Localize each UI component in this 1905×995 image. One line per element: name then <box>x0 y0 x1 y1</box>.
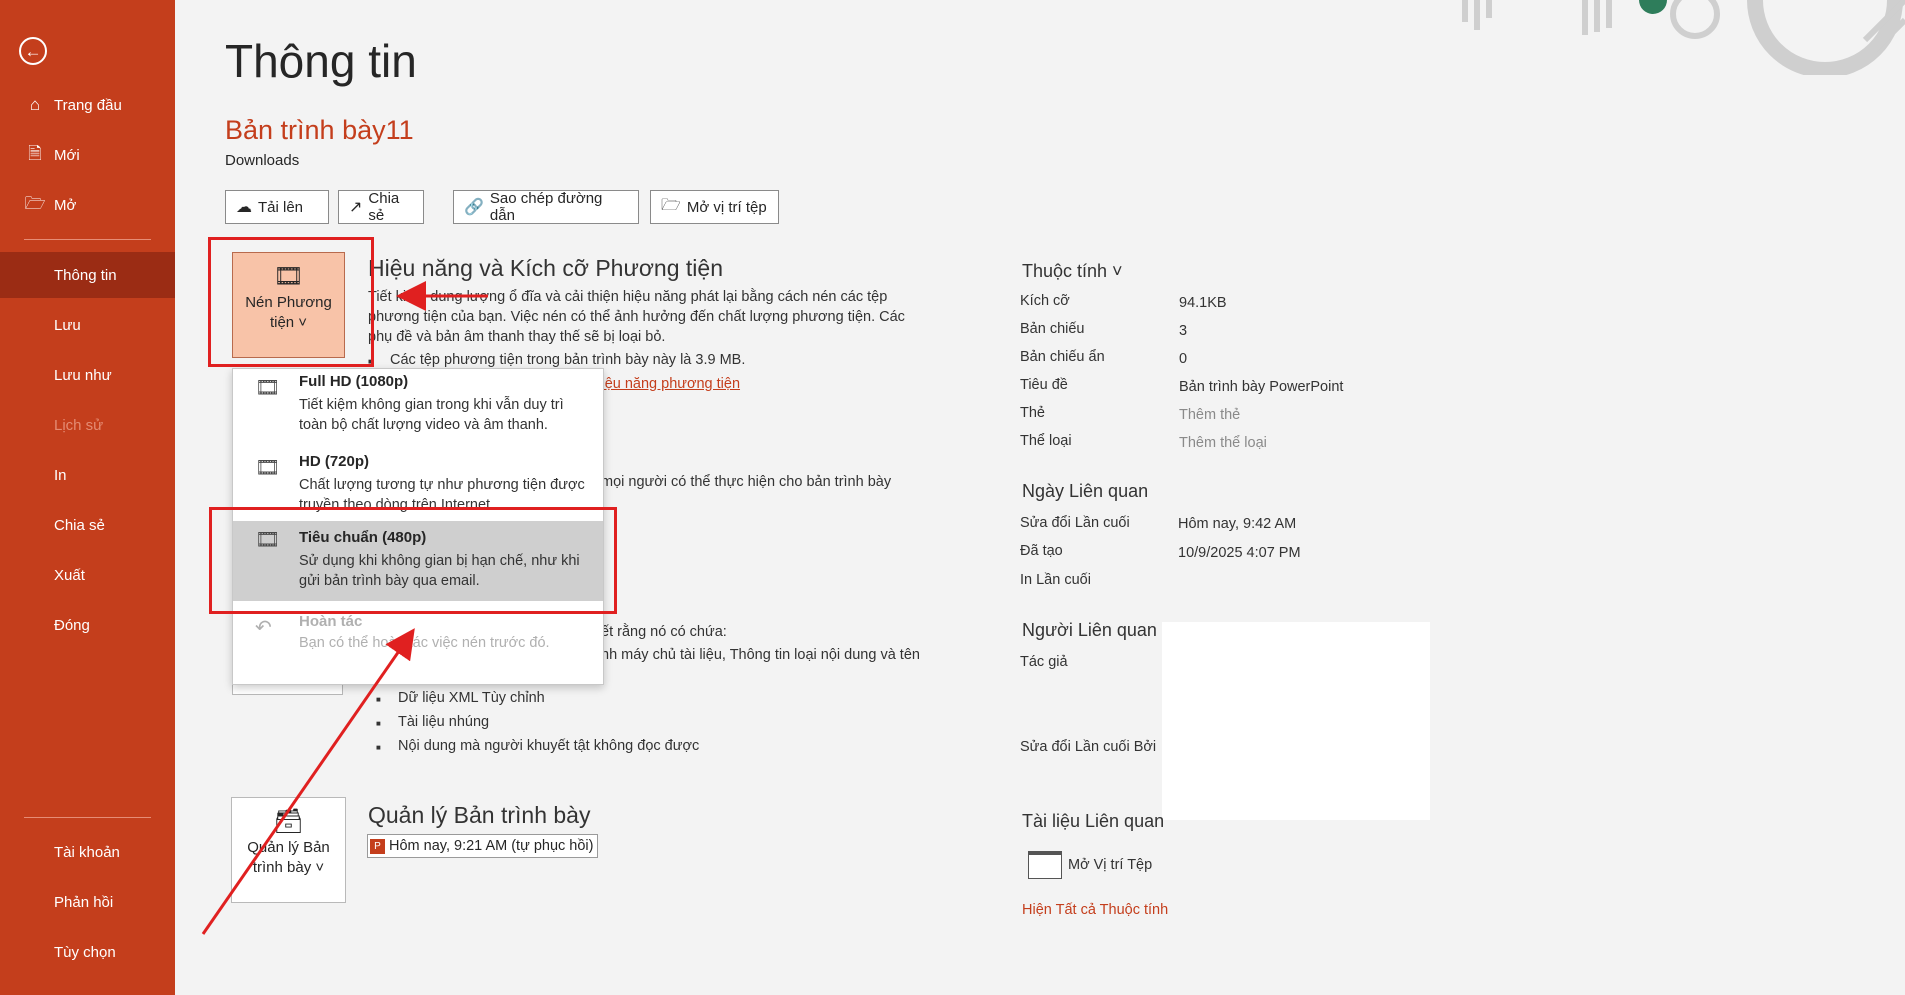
annotation-arrows <box>201 281 488 935</box>
